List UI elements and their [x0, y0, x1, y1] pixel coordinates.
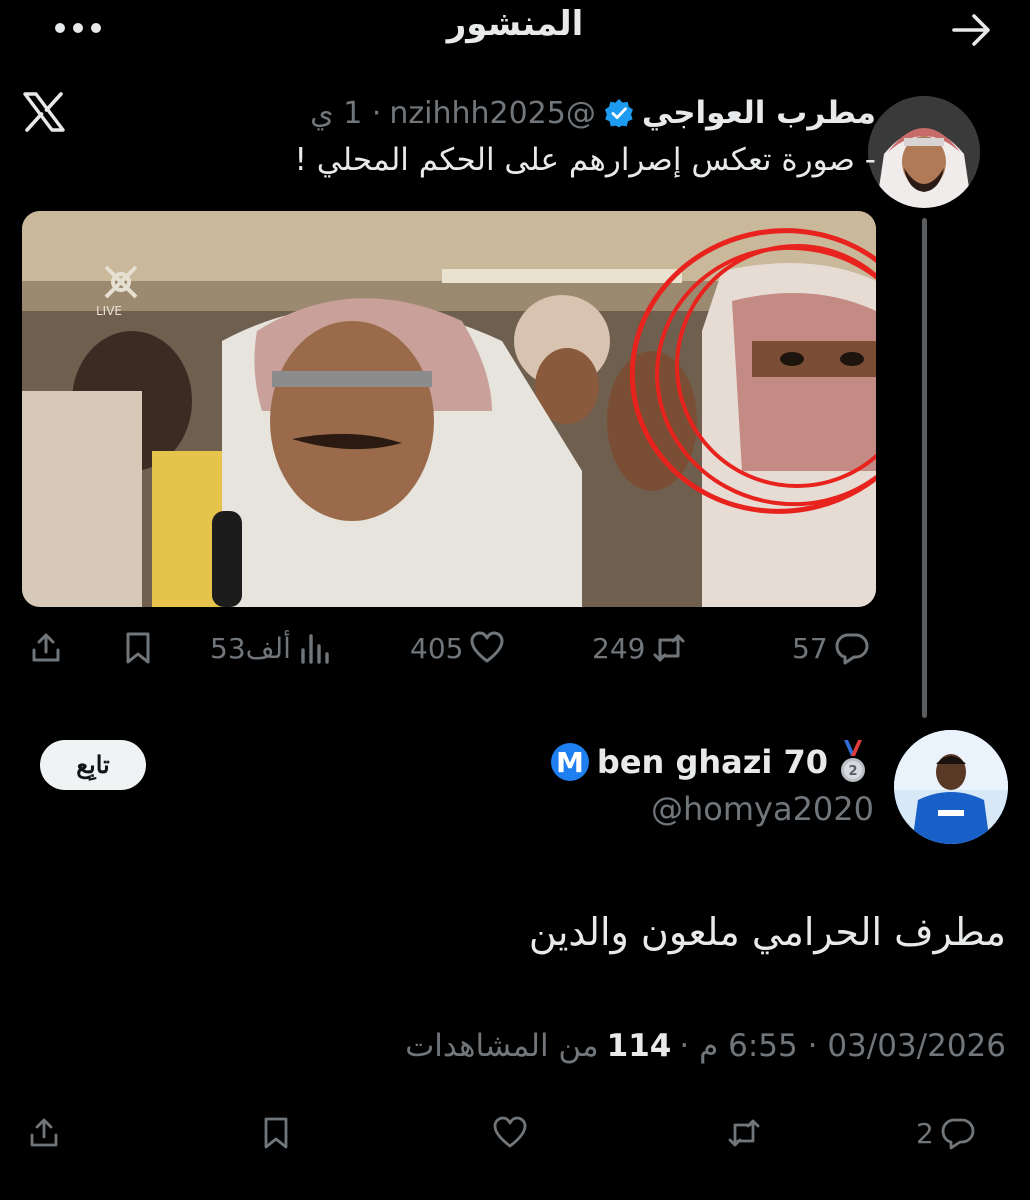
reply-bookmark-button[interactable]	[258, 1108, 294, 1158]
reply-reply-count: 2	[916, 1116, 934, 1150]
like-count: 405	[410, 631, 464, 665]
reply-author-avatar[interactable]	[894, 730, 1008, 844]
m-badge-icon: M	[550, 743, 589, 781]
svg-text:2: 2	[848, 764, 857, 779]
views-chart-icon	[301, 634, 329, 664]
back-arrow-icon[interactable]	[948, 6, 996, 54]
heart-icon	[493, 1116, 527, 1148]
page-title: المنشور	[446, 4, 584, 44]
reply-like-button[interactable]	[492, 1108, 528, 1158]
post-text: - صورة تعكس إصرارهم على الحكم المحلي !	[294, 142, 876, 178]
share-icon	[32, 633, 60, 662]
reply-meta: 03/03/2026 · 6:55 م · 114 من المشاهدات	[405, 1028, 1006, 1064]
reply-button[interactable]: 57	[792, 630, 870, 666]
x-logo-icon	[22, 92, 66, 132]
reply-author-handle[interactable]: @homya2020	[651, 790, 874, 828]
author-avatar[interactable]	[868, 96, 980, 208]
reply-text: مطرف الحرامي ملعون والدين	[528, 910, 1006, 954]
reply-timestamp[interactable]: 03/03/2026 · 6:55 م ·	[679, 1028, 1006, 1064]
reply-display-name[interactable]: ben ghazi 70	[597, 743, 828, 781]
thread-line	[922, 218, 927, 718]
post-header: مطرب العواجي @nzihhh2025 · 1 ي	[310, 92, 876, 134]
share-button[interactable]	[28, 630, 64, 666]
reply-repost-button[interactable]	[726, 1108, 762, 1158]
silver-medal-icon: 2	[836, 740, 870, 784]
repost-count: 249	[592, 631, 646, 665]
bookmark-button[interactable]	[120, 630, 156, 666]
verified-badge-icon	[604, 98, 634, 128]
repost-icon	[653, 634, 685, 662]
reply-reply-button[interactable]: 2	[916, 1108, 976, 1158]
reply-views-label: من المشاهدات	[405, 1028, 599, 1064]
reply-views-count: 114	[606, 1028, 672, 1064]
reply-name-row: M ben ghazi 70 2	[550, 740, 870, 784]
follow-button[interactable]: تابِع	[40, 740, 146, 790]
views-count: 53ألف	[210, 631, 291, 665]
bookmark-icon	[264, 1117, 288, 1149]
post-time[interactable]: · 1 ي	[310, 96, 381, 131]
bookmark-icon	[126, 632, 150, 664]
heart-icon	[470, 631, 504, 663]
repost-button[interactable]: 249	[592, 630, 687, 666]
reply-bubble-icon	[941, 1118, 975, 1150]
author-handle[interactable]: @nzihhh2025	[389, 96, 595, 131]
like-button[interactable]: 405	[410, 630, 505, 666]
repost-icon	[728, 1119, 760, 1147]
reply-count: 57	[792, 631, 828, 665]
author-name[interactable]: مطرب العواجي	[642, 95, 876, 131]
reply-bubble-icon	[835, 633, 869, 665]
share-icon	[30, 1118, 58, 1147]
views-button[interactable]: 53ألف	[210, 630, 333, 666]
reply-share-button[interactable]	[26, 1108, 62, 1158]
post-image[interactable]: LIVE	[22, 211, 876, 607]
more-options-icon[interactable]	[52, 10, 104, 46]
media-watermark-text: LIVE	[96, 304, 122, 318]
